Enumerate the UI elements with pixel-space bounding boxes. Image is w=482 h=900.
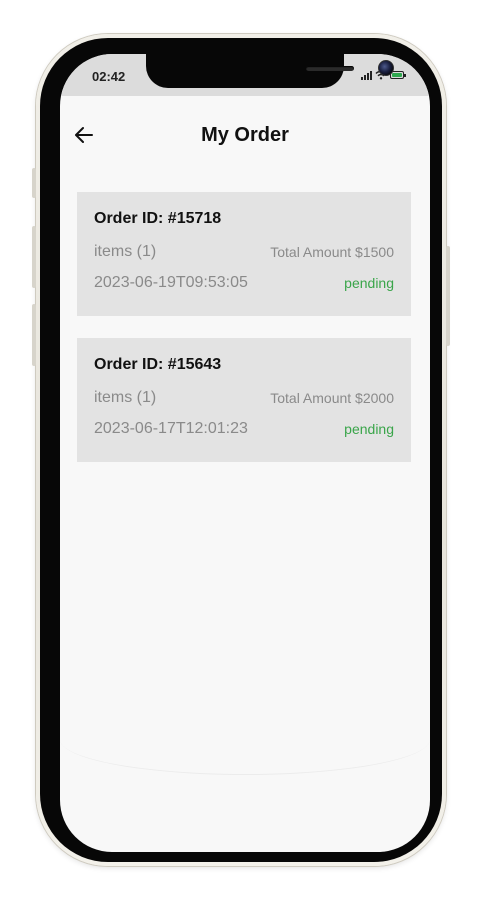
order-items-count: items (1) [94, 243, 157, 260]
status-bar: 02:42 [60, 54, 430, 96]
app-header: My Order [60, 114, 430, 154]
order-status: pending [344, 275, 394, 291]
order-meta-row: 2023-06-19T09:53:05 pending [94, 272, 394, 294]
page-title: My Order [201, 124, 289, 146]
order-card[interactable]: Order ID: #15643 items (1) Total Amount … [77, 338, 411, 462]
status-time: 02:42 [92, 69, 126, 84]
notch [146, 54, 394, 88]
order-id: Order ID: #15718 [94, 210, 222, 227]
camera-icon [378, 60, 394, 76]
order-total-amount: Total Amount $2000 [270, 390, 394, 406]
speaker-grille [306, 66, 354, 71]
order-summary-row: items (1) Total Amount $1500 [94, 241, 394, 263]
signal-icon [361, 70, 372, 80]
order-total-amount: Total Amount $1500 [270, 244, 394, 260]
order-status: pending [344, 421, 394, 437]
order-id: Order ID: #15643 [94, 356, 222, 373]
order-meta-row: 2023-06-17T12:01:23 pending [94, 418, 394, 440]
phone-bezel: 02:42 My Order Order ID: #15718 items (1… [40, 38, 442, 862]
phone-silent-switch [32, 168, 36, 198]
battery-level [392, 73, 402, 77]
order-list: Order ID: #15718 items (1) Total Amount … [77, 192, 411, 484]
phone-power-button [446, 246, 450, 346]
app-screen: 02:42 My Order Order ID: #15718 items (1… [60, 54, 430, 852]
order-date: 2023-06-19T09:53:05 [94, 274, 248, 291]
order-summary-row: items (1) Total Amount $2000 [94, 387, 394, 409]
order-card[interactable]: Order ID: #15718 items (1) Total Amount … [77, 192, 411, 316]
order-date: 2023-06-17T12:01:23 [94, 420, 248, 437]
order-items-count: items (1) [94, 389, 157, 406]
phone-volume-up-button [32, 226, 36, 288]
phone-volume-down-button [32, 304, 36, 366]
screen-reflection [60, 704, 430, 775]
phone-frame: 02:42 My Order Order ID: #15718 items (1… [32, 34, 450, 866]
